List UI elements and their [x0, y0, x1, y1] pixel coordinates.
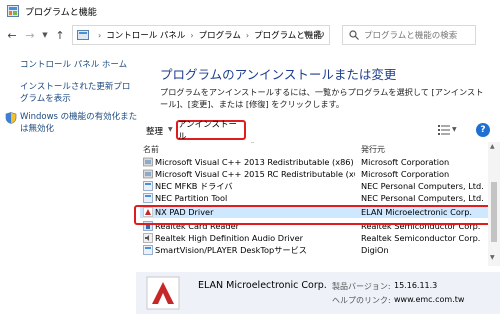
program-list: 名前 ⌃ 発行元 Microsoft Visual C++ 2013 Redis…	[140, 142, 494, 266]
program-name: Microsoft Visual C++ 2013 Redistributabl…	[155, 157, 355, 167]
sidebar: コントロール パネル ホーム インストールされた更新プログラムを表示 Windo…	[0, 48, 140, 272]
elan-icon	[146, 276, 180, 310]
column-header-publisher[interactable]: 発行元	[361, 144, 385, 155]
program-publisher: Realtek Semiconductor Corp.	[361, 233, 481, 243]
title-bar: プログラムと機能	[0, 0, 500, 22]
sidebar-link-control-panel-home[interactable]: コントロール パネル ホーム	[20, 59, 127, 71]
forward-arrow-icon[interactable]: →	[22, 27, 38, 43]
program-name: SmartVision/PLAYER DeskTopサービス	[155, 245, 307, 255]
audio-icon	[143, 233, 153, 243]
breadcrumb-separator-icon: ›	[98, 30, 102, 40]
installer-icon	[143, 169, 153, 179]
details-company: ELAN Microelectronic Corp.	[198, 280, 327, 291]
back-arrow-icon[interactable]: ←	[4, 27, 20, 43]
program-publisher: ELAN Microelectronic Corp.	[361, 207, 473, 217]
refresh-icon[interactable]: ↻	[316, 28, 325, 41]
uninstall-button[interactable]: アンインストール	[176, 120, 246, 142]
list-item[interactable]: Realtek Card Reader Realtek Semiconducto…	[140, 220, 494, 232]
list-item[interactable]: Microsoft Visual C++ 2013 Redistributabl…	[140, 156, 494, 168]
search-icon	[349, 30, 359, 40]
details-help-link-label: ヘルプのリンク:	[332, 296, 391, 305]
command-toolbar: 整理 ▼ アンインストール ▼ ?	[140, 120, 500, 142]
details-help-link[interactable]: www.emc.com.tw	[394, 295, 464, 304]
page-description: プログラムをアンインストールするには、一覧からプログラムを選択して [アンインス…	[160, 87, 484, 109]
sort-arrow-icon: ⌃	[250, 142, 256, 148]
app-icon	[143, 193, 153, 203]
app-icon	[143, 245, 153, 255]
breadcrumb-separator-icon: ›	[190, 30, 194, 40]
program-publisher: NEC Personal Computers, Ltd.	[361, 181, 484, 191]
details-version-value: 15.16.11.3	[394, 281, 438, 290]
program-publisher: NEC Personal Computers, Ltd.	[361, 193, 484, 203]
program-publisher: DigiOn	[361, 245, 389, 255]
shield-icon	[5, 112, 17, 124]
breadcrumb-programs-features[interactable]: プログラムと機能	[254, 29, 322, 41]
page-title: プログラムのアンインストールまたは変更	[160, 67, 397, 82]
list-header: 名前 ⌃ 発行元	[140, 142, 494, 156]
list-item[interactable]: NEC MFKB ドライバ NEC Personal Computers, Lt…	[140, 180, 494, 192]
view-dropdown-icon[interactable]: ▼	[452, 126, 457, 133]
breadcrumb-programs[interactable]: プログラム	[199, 29, 241, 41]
list-item-selected[interactable]: NX PAD Driver ELAN Microelectronic Corp.	[140, 206, 494, 218]
program-name: Realtek Card Reader	[155, 221, 239, 231]
elan-icon	[143, 207, 153, 217]
program-name: NEC MFKB ドライバ	[155, 181, 233, 191]
programs-features-icon	[7, 5, 19, 17]
scroll-up-icon[interactable]: ▲	[490, 143, 495, 150]
program-name: Realtek High Definition Audio Driver	[155, 233, 303, 243]
program-publisher: Microsoft Corporation	[361, 157, 450, 167]
list-scrollbar[interactable]: ▲ ▼	[488, 142, 500, 266]
search-placeholder: プログラムと機能の検索	[364, 31, 458, 41]
window-title: プログラムと機能	[25, 7, 97, 18]
list-item[interactable]: SmartVision/PLAYER DeskTopサービス DigiOn	[140, 244, 494, 256]
list-item[interactable]: Realtek High Definition Audio Driver Rea…	[140, 232, 494, 244]
breadcrumb-separator-icon: ›	[245, 30, 250, 40]
address-field[interactable]: › コントロール パネル › プログラム › プログラムと機能 ▼ ↻	[72, 25, 330, 45]
details-pane: ELAN Microelectronic Corp. 製品バージョン: 15.1…	[136, 272, 500, 314]
program-publisher: Microsoft Corporation	[361, 169, 450, 179]
breadcrumb-control-panel[interactable]: コントロール パネル	[106, 29, 185, 41]
program-publisher: Realtek Semiconductor Corp.	[361, 221, 481, 231]
scroll-down-icon[interactable]: ▼	[490, 254, 495, 261]
address-bar: ← → ▼ ↑ › コントロール パネル › プログラム › プログラムと機能 …	[0, 22, 500, 48]
control-panel-icon	[77, 30, 89, 40]
up-arrow-icon[interactable]: ↑	[52, 27, 68, 43]
list-item[interactable]: NEC Partition Tool NEC Personal Computer…	[140, 192, 494, 204]
installer-icon	[143, 157, 153, 167]
column-header-name[interactable]: 名前	[143, 144, 159, 155]
app-icon	[143, 181, 153, 191]
recent-locations-chevron-icon[interactable]: ▼	[40, 27, 50, 43]
program-name: NEC Partition Tool	[155, 193, 228, 203]
address-dropdown-icon[interactable]: ▼	[304, 30, 309, 38]
view-options-icon[interactable]	[438, 125, 450, 135]
organize-dropdown-icon[interactable]: ▼	[168, 126, 173, 133]
organize-button[interactable]: 整理	[146, 125, 163, 137]
help-button[interactable]: ?	[476, 123, 490, 137]
program-name: NX PAD Driver	[155, 207, 214, 217]
search-input[interactable]: プログラムと機能の検索	[342, 25, 476, 45]
details-version-label: 製品バージョン:	[332, 282, 391, 291]
scroll-thumb[interactable]	[491, 182, 497, 242]
sidebar-link-installed-updates[interactable]: インストールされた更新プログラムを表示	[20, 81, 138, 105]
program-name: Microsoft Visual C++ 2015 RC Redistribut…	[155, 169, 355, 179]
list-item[interactable]: Microsoft Visual C++ 2015 RC Redistribut…	[140, 168, 494, 180]
sidebar-link-windows-features[interactable]: Windows の機能の有効化または無効化	[20, 111, 138, 135]
realtek-icon	[143, 221, 153, 231]
